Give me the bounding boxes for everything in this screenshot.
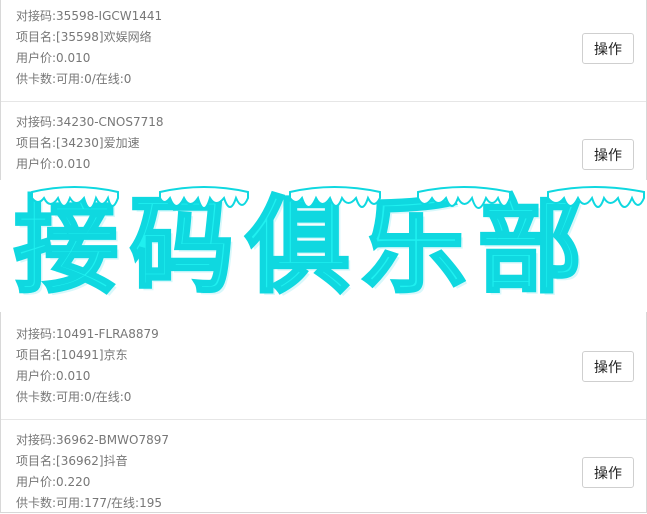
icicle-decoration bbox=[31, 186, 645, 209]
operate-button[interactable]: 操作 bbox=[582, 33, 634, 64]
user-price: 用户价:0.010 bbox=[16, 369, 91, 383]
item-info: 对接码:35598-IGCW1441 项目名:[35598]欢娱网络 用户价:0… bbox=[16, 6, 162, 90]
dock-code: 对接码:36962-BMWO7897 bbox=[16, 433, 169, 447]
project-name: 项目名:[35598]欢娱网络 bbox=[16, 30, 152, 44]
card-supply: 供卡数:可用:0/在线:0 bbox=[16, 72, 132, 86]
operate-button[interactable]: 操作 bbox=[582, 351, 634, 382]
user-price: 用户价:0.010 bbox=[16, 157, 91, 171]
item-info: 对接码:10491-FLRA8879 项目名:[10491]京东 用户价:0.0… bbox=[16, 324, 159, 408]
list-item: 对接码:35598-IGCW1441 项目名:[35598]欢娱网络 用户价:0… bbox=[1, 0, 646, 102]
dock-code: 对接码:35598-IGCW1441 bbox=[16, 9, 163, 23]
dock-code: 对接码:34230-CNOS7718 bbox=[16, 115, 164, 129]
operate-button[interactable]: 操作 bbox=[582, 139, 634, 170]
project-name: 项目名:[36962]抖音 bbox=[16, 454, 128, 468]
watermark-banner: 接码俱乐部 bbox=[0, 180, 647, 312]
list-item: 对接码:36962-BMWO7897 项目名:[36962]抖音 用户价:0.2… bbox=[1, 419, 646, 512]
operate-button[interactable]: 操作 bbox=[582, 457, 634, 488]
card-supply: 供卡数:可用:177/在线:195 bbox=[16, 496, 162, 510]
item-info: 对接码:36962-BMWO7897 项目名:[36962]抖音 用户价:0.2… bbox=[16, 430, 169, 512]
card-supply: 供卡数:可用:0/在线:0 bbox=[16, 390, 132, 404]
list-item: 对接码:10491-FLRA8879 项目名:[10491]京东 用户价:0.0… bbox=[1, 312, 646, 420]
user-price: 用户价:0.220 bbox=[16, 475, 91, 489]
user-price: 用户价:0.010 bbox=[16, 51, 91, 65]
project-name: 项目名:[34230]爱加速 bbox=[16, 136, 140, 150]
project-name: 项目名:[10491]京东 bbox=[16, 348, 128, 362]
dock-code: 对接码:10491-FLRA8879 bbox=[16, 327, 159, 341]
